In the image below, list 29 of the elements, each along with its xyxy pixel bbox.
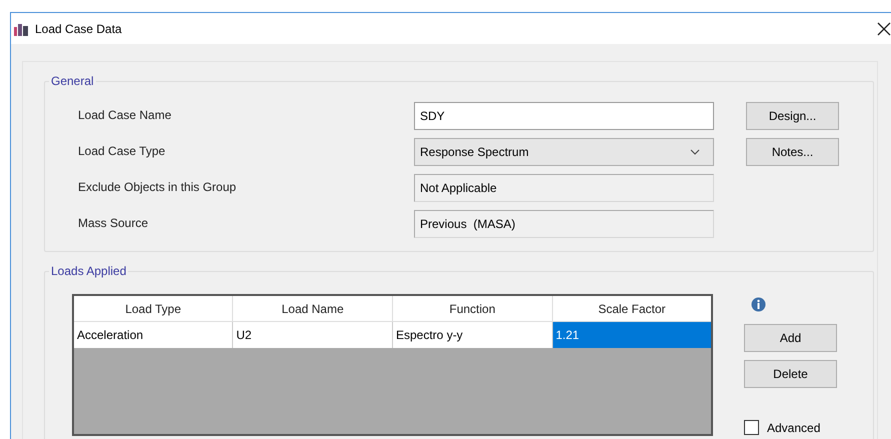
info-icon[interactable] [751,297,766,312]
dialog-button[interactable]: Add [744,324,837,352]
readonly-field: Not Applicable [414,174,714,202]
group-title: General [49,74,96,88]
column-header[interactable]: Load Type [73,295,233,322]
group-title: Loads Applied [49,264,128,278]
table-cell[interactable]: 1.21 [552,322,712,348]
column-header[interactable]: Function [392,295,552,322]
field-label: Load Case Type [78,143,166,160]
dialog-button[interactable]: Notes... [746,138,839,166]
checkbox-label: Advanced [767,420,820,434]
table-cell[interactable]: Espectro y-y [392,322,552,348]
table-cell[interactable]: Acceleration [73,322,233,348]
window-title: Load Case Data [35,22,123,36]
close-icon[interactable] [877,22,891,36]
type-dropdown[interactable]: Response Spectrum [414,138,714,166]
column-header[interactable]: Load Name [232,295,392,322]
app-icon [13,22,29,36]
chevron-icon [690,149,700,155]
name-input[interactable]: SDY [414,102,714,130]
column-header[interactable]: Scale Factor [552,295,712,322]
advanced-checkbox[interactable] [744,420,759,435]
dialog-button[interactable]: Design... [746,102,839,130]
readonly-field: Previous (MASA) [414,210,714,238]
dialog-button[interactable]: Delete [744,360,837,388]
table-cell[interactable]: U2 [232,322,392,348]
field-label: Load Case Name [78,107,172,124]
field-label: Exclude Objects in this Group [78,179,238,196]
field-label: Mass Source [78,215,150,232]
